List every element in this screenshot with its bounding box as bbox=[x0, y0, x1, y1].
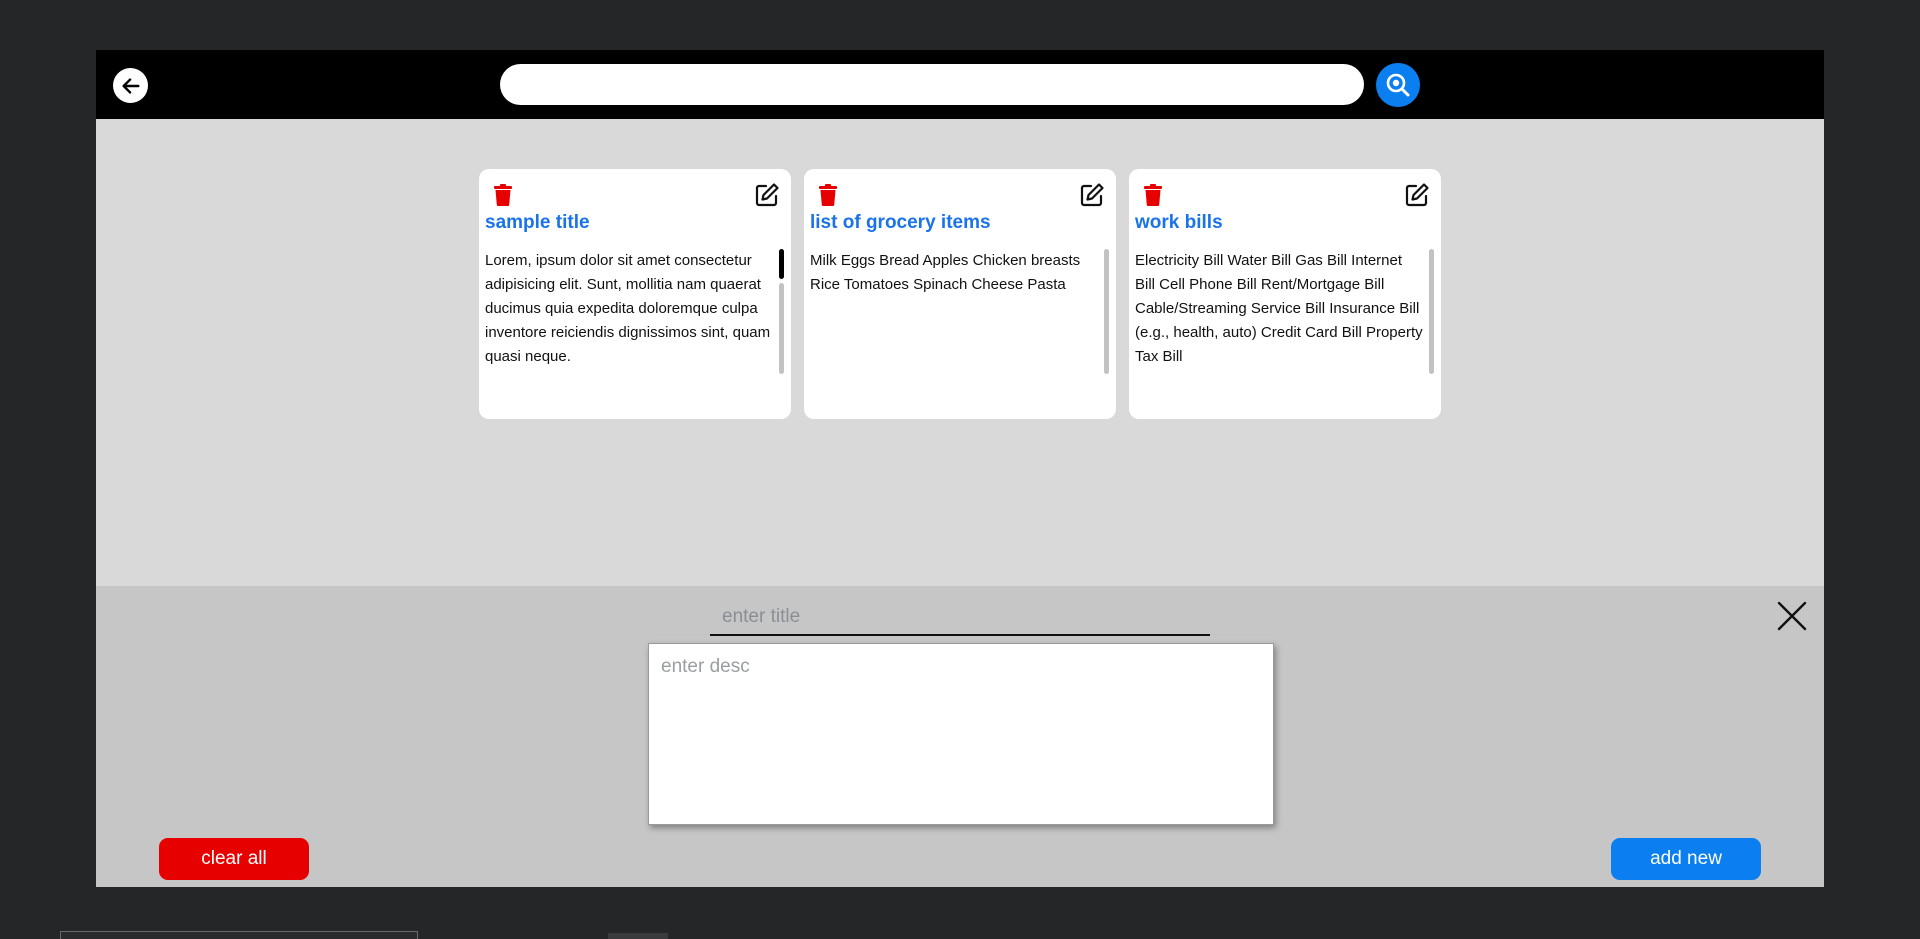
note-card: list of grocery items Milk Eggs Bread Ap… bbox=[804, 169, 1116, 419]
notes-app: sample title Lorem, ipsum dolor sit amet… bbox=[96, 50, 1824, 887]
note-card: sample title Lorem, ipsum dolor sit amet… bbox=[479, 169, 791, 419]
notes-list: sample title Lorem, ipsum dolor sit amet… bbox=[479, 169, 1441, 419]
note-description: Lorem, ipsum dolor sit amet consectetur … bbox=[485, 252, 771, 365]
note-description: Milk Eggs Bread Apples Chicken breasts R… bbox=[810, 252, 1081, 293]
note-scrollbar[interactable] bbox=[779, 249, 784, 374]
note-title: work bills bbox=[1135, 212, 1223, 233]
trash-icon[interactable] bbox=[1144, 184, 1162, 206]
note-card: work bills Electricity Bill Water Bill G… bbox=[1129, 169, 1441, 419]
note-scrollbar[interactable] bbox=[1429, 249, 1434, 374]
note-title: sample title bbox=[485, 212, 590, 233]
search-input[interactable] bbox=[500, 64, 1364, 105]
note-title: list of grocery items bbox=[810, 212, 991, 233]
search-button[interactable] bbox=[1376, 63, 1420, 107]
taskbar-window-fragment bbox=[60, 931, 418, 939]
scrollbar-thumb[interactable] bbox=[779, 249, 784, 279]
add-new-button[interactable]: add new bbox=[1611, 838, 1761, 880]
edit-icon[interactable] bbox=[1079, 182, 1105, 208]
description-input[interactable] bbox=[648, 643, 1274, 825]
back-button[interactable] bbox=[113, 68, 148, 103]
scrollbar-track bbox=[779, 283, 784, 374]
arrow-left-icon bbox=[121, 77, 140, 94]
note-scrollbar[interactable] bbox=[1104, 249, 1109, 374]
taskbar-item-fragment bbox=[608, 933, 668, 939]
top-bar bbox=[96, 50, 1824, 119]
trash-icon[interactable] bbox=[819, 184, 837, 206]
clear-all-button[interactable]: clear all bbox=[159, 838, 309, 880]
search-icon bbox=[1386, 73, 1410, 97]
note-editor: clear all add new bbox=[96, 586, 1824, 887]
title-input[interactable] bbox=[710, 600, 1210, 636]
edit-icon[interactable] bbox=[754, 182, 780, 208]
close-icon[interactable] bbox=[1776, 600, 1808, 632]
edit-icon[interactable] bbox=[1404, 182, 1430, 208]
note-description: Electricity Bill Water Bill Gas Bill Int… bbox=[1135, 252, 1423, 365]
trash-icon[interactable] bbox=[494, 184, 512, 206]
